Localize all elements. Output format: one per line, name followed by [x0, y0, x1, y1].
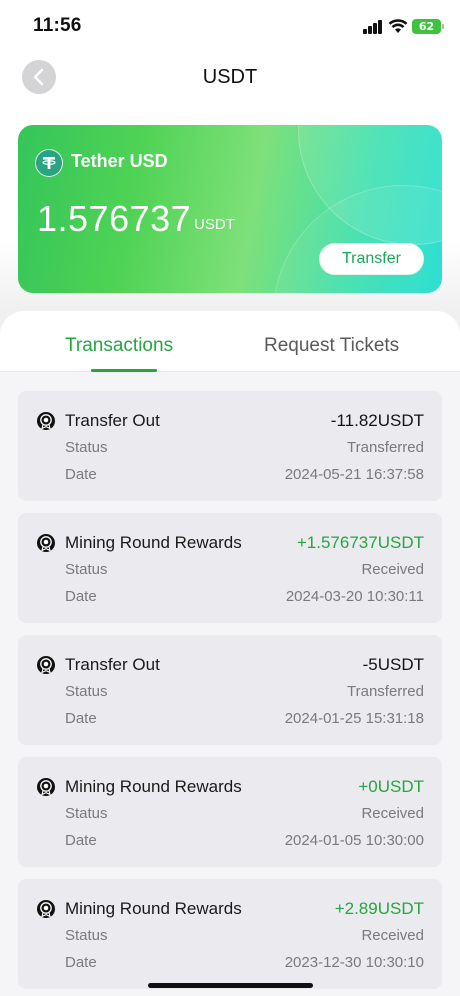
home-indicator — [148, 983, 313, 988]
medal-icon — [37, 900, 55, 918]
transaction-amount: -5USDT — [362, 655, 424, 674]
date-value: 2024-01-05 10:30:00 — [284, 832, 424, 849]
transaction-title: Mining Round Rewards — [65, 899, 242, 918]
balance-unit: USDT — [194, 216, 235, 233]
balance-amount: 1.576737 — [37, 198, 192, 239]
status-bar: 11:56 62 — [0, 0, 460, 54]
date-value: 2024-01-25 15:31:18 — [284, 710, 424, 727]
date-label: Date — [65, 588, 97, 605]
page-title: USDT — [202, 66, 258, 88]
status-label: Status — [65, 561, 108, 578]
status-label: Status — [65, 683, 108, 700]
transaction-item[interactable]: Mining Round Rewards +1.576737USDT Statu… — [18, 513, 442, 623]
status-label: Status — [65, 439, 108, 456]
battery-icon: 62 — [412, 19, 441, 34]
medal-icon — [37, 534, 55, 552]
decorative-circle — [273, 185, 442, 293]
transaction-title: Transfer Out — [65, 655, 160, 674]
status-time: 11:56 — [33, 15, 82, 36]
transaction-item[interactable]: Mining Round Rewards +0USDT Status Recei… — [18, 757, 442, 867]
date-label: Date — [65, 832, 97, 849]
tether-icon — [35, 149, 63, 177]
transaction-amount: +1.576737USDT — [296, 533, 424, 552]
transaction-item[interactable]: Transfer Out -11.82USDT Status Transferr… — [18, 391, 442, 501]
transaction-item[interactable]: Transfer Out -5USDT Status Transferred D… — [18, 635, 442, 745]
transaction-item[interactable]: Mining Round Rewards +2.89USDT Status Re… — [18, 879, 442, 989]
tab-transactions[interactable]: Transactions — [65, 335, 173, 357]
status-value: Received — [361, 805, 424, 822]
transaction-list: Transfer Out -11.82USDT Status Transferr… — [18, 391, 442, 996]
cellular-signal-icon — [363, 20, 383, 34]
medal-icon — [37, 656, 55, 674]
status-label: Status — [65, 927, 108, 944]
date-value: 2024-03-20 10:30:11 — [285, 588, 424, 605]
transfer-button[interactable]: Transfer — [319, 243, 424, 275]
status-value: Received — [361, 561, 424, 578]
transaction-title: Transfer Out — [65, 411, 160, 430]
medal-icon — [37, 778, 55, 796]
date-label: Date — [65, 710, 97, 727]
transaction-amount: +0USDT — [358, 777, 424, 796]
currency-name: Tether USD — [71, 151, 168, 171]
date-value: 2024-05-21 16:37:58 — [284, 466, 424, 483]
medal-icon — [37, 412, 55, 430]
status-value: Transferred — [347, 683, 424, 700]
transactions-panel: Transactions Request Tickets Transfer Ou… — [0, 311, 460, 996]
tab-bar: Transactions Request Tickets — [0, 311, 460, 372]
transaction-amount: +2.89USDT — [334, 899, 424, 918]
transaction-title: Mining Round Rewards — [65, 777, 242, 796]
transaction-amount: -11.82USDT — [330, 411, 424, 430]
tab-request-tickets[interactable]: Request Tickets — [264, 335, 399, 357]
balance-card: Tether USD 1.576737 USDT Transfer — [18, 125, 442, 293]
status-value: Received — [361, 927, 424, 944]
battery-level: 62 — [418, 20, 435, 33]
date-label: Date — [65, 466, 97, 483]
status-label: Status — [65, 805, 108, 822]
transaction-title: Mining Round Rewards — [65, 533, 242, 552]
date-label: Date — [65, 954, 97, 971]
active-tab-indicator — [91, 369, 157, 372]
date-value: 2023-12-30 10:30:10 — [284, 954, 424, 971]
battery-cap — [442, 24, 444, 29]
status-value: Transferred — [347, 439, 424, 456]
wifi-icon — [388, 19, 408, 33]
